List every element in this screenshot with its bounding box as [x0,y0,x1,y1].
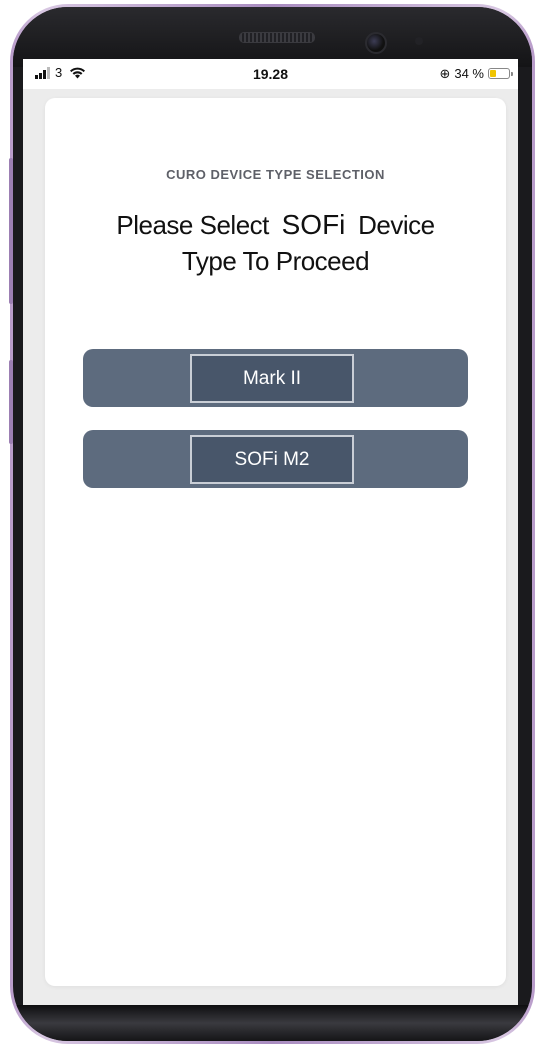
volume-button [9,158,13,304]
earpiece-speaker [239,32,315,43]
mark-ii-button[interactable]: Mark II [190,354,354,403]
option-row-mark-ii[interactable]: Mark II [83,349,468,407]
option-row-sofi-m2[interactable]: SOFi M2 [83,430,468,488]
battery-fill [490,70,497,77]
heading-part1: Please Select [116,210,269,240]
front-camera-icon [365,32,387,54]
sofi-m2-button[interactable]: SOFi M2 [190,435,354,484]
phone-frame: 3 19.28 ⊕ 34 % CURO DEVICE TYPE SELECTIO… [10,4,535,1044]
heading-line2: Type To Proceed [181,246,370,276]
bixby-button [9,360,13,444]
device-selection-card: CURO DEVICE TYPE SELECTION Please Select… [45,98,506,986]
heading-brand: SOFi [281,209,346,240]
status-bar: 3 19.28 ⊕ 34 % [23,59,518,89]
rotation-lock-icon: ⊕ [439,66,451,81]
status-right: ⊕ 34 % [439,66,513,81]
battery-percent: 34 % [454,66,484,81]
phone-body: 3 19.28 ⊕ 34 % CURO DEVICE TYPE SELECTIO… [13,7,532,1041]
phone-screen: 3 19.28 ⊕ 34 % CURO DEVICE TYPE SELECTIO… [23,59,518,1009]
heading-part2: Device [358,210,435,240]
bottom-bezel [13,1005,532,1041]
page-title: Please Select SOFi Device Type To Procee… [65,207,486,279]
section-title: CURO DEVICE TYPE SELECTION [166,167,385,182]
battery-icon [488,68,513,79]
app-screenshot: 3 19.28 ⊕ 34 % CURO DEVICE TYPE SELECTIO… [0,0,535,1048]
top-bezel [13,7,532,67]
proximity-sensor [415,37,423,45]
